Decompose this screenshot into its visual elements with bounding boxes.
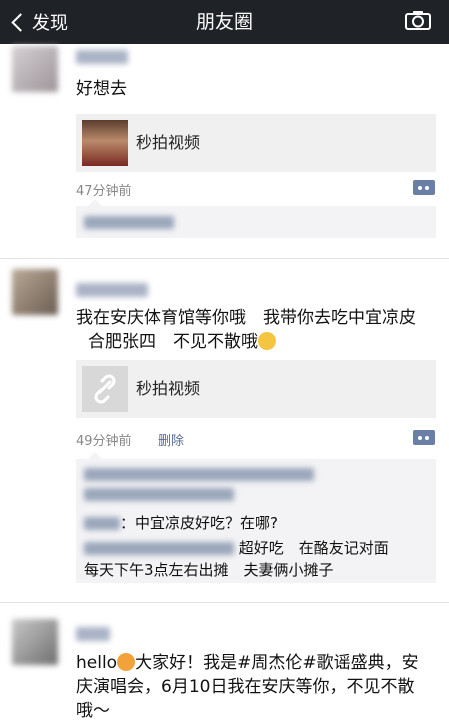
moment-post: hello 大家好！我是#周杰伦#歌谣盛典，安 庆演唱会，6月10日我在安庆等你，… — [0, 603, 449, 722]
card-title: 秒拍视频 — [136, 379, 201, 398]
video-share-card[interactable]: 秒拍视频 — [76, 114, 436, 172]
comment[interactable]: 超好吃 在酪友记对面 — [84, 537, 389, 559]
post-text-prefix: hello — [76, 653, 118, 673]
comment-icon[interactable] — [413, 180, 435, 195]
page-title: 朋友圈 — [195, 11, 253, 33]
camera-icon[interactable] — [405, 10, 431, 30]
video-thumbnail — [82, 120, 128, 166]
post-text: 好想去 — [76, 79, 127, 99]
post-text-line: 大家好！我是#周杰伦#歌谣盛典，安 — [135, 653, 419, 673]
star-eyes-emoji-icon — [117, 653, 136, 671]
comment-text: ：中宜凉皮好吃？在哪? — [120, 514, 278, 532]
delete-link[interactable]: 删除 — [158, 430, 184, 449]
smirk-emoji-icon — [258, 332, 276, 350]
avatar[interactable] — [12, 619, 58, 665]
post-text: 庆演唱会，6月10日我在安庆等你，不见不散 — [76, 677, 415, 697]
user-name[interactable] — [76, 627, 110, 641]
card-title: 秒拍视频 — [136, 133, 201, 152]
moment-post: 我在安庆体育馆等你哦 我带你去吃中宜凉皮 合肥张四 不见不散哦 秒拍视频 49分… — [0, 259, 449, 603]
comment-icon[interactable] — [413, 430, 435, 445]
comment[interactable]: ：中宜凉皮好吃？在哪? — [84, 512, 278, 534]
user-name[interactable] — [76, 283, 148, 297]
moment-post: 好想去 秒拍视频 47分钟前 — [0, 44, 449, 259]
liker-names[interactable] — [84, 483, 234, 505]
link-icon — [82, 366, 128, 412]
avatar[interactable] — [12, 46, 58, 92]
user-name[interactable] — [76, 50, 128, 64]
comment-text: 每天下午3点左右出摊 夫妻俩小摊子 — [84, 561, 334, 579]
comments-area: ：中宜凉皮好吃？在哪? 超好吃 在酪友记对面 每天下午3点左右出摊 夫妻俩小摊子 — [76, 452, 436, 583]
link-share-card[interactable]: 秒拍视频 — [76, 360, 436, 418]
top-nav-bar: 发现 朋友圈 — [0, 0, 449, 44]
comment-text: 超好吃 在酪友记对面 — [238, 539, 389, 557]
avatar[interactable] — [12, 269, 58, 315]
liker-names[interactable] — [84, 211, 174, 233]
likes-area — [76, 199, 436, 238]
liker-names[interactable] — [84, 463, 314, 485]
post-time: 47分钟前 — [76, 184, 132, 199]
post-text: 合肥张四 不见不散哦 — [88, 329, 276, 355]
post-text: hello 大家好！我是#周杰伦#歌谣盛典，安 — [76, 650, 419, 676]
post-text: 哦～ — [76, 701, 110, 721]
comment-continued: 每天下午3点左右出摊 夫妻俩小摊子 — [84, 559, 334, 581]
post-text-line: 合肥张四 不见不散哦 — [88, 332, 258, 352]
post-text: 我在安庆体育馆等你哦 我带你去吃中宜凉皮 — [76, 308, 416, 328]
post-time: 49分钟前 — [76, 434, 132, 449]
